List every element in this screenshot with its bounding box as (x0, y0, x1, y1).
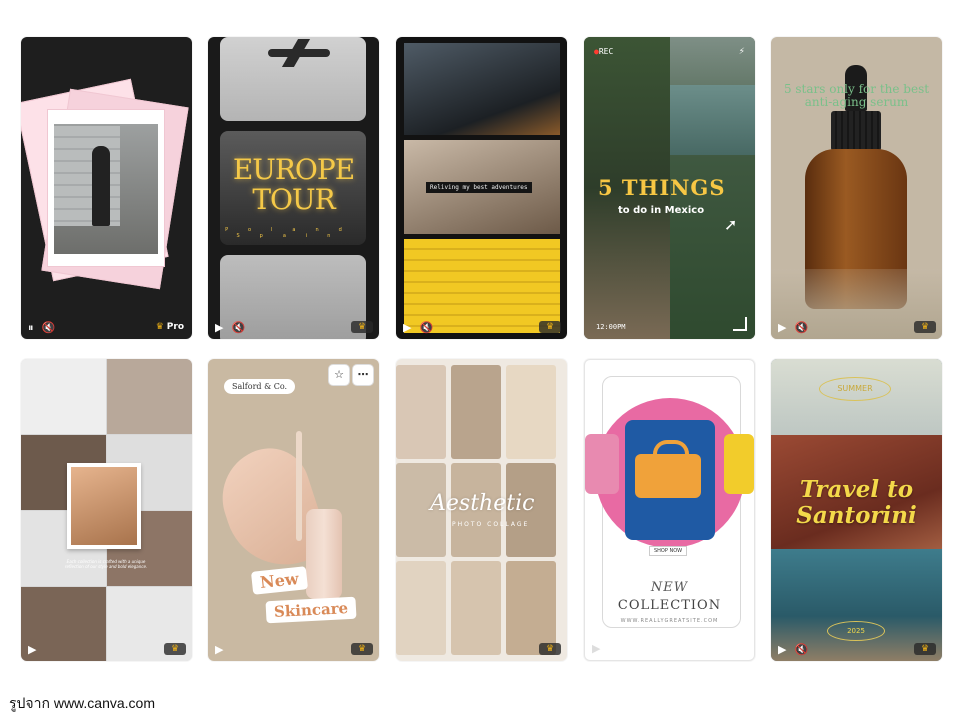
featured-portrait (67, 463, 141, 549)
template-card-serum[interactable]: 5 stars only for the best anti-aging ser… (771, 37, 942, 339)
polaroid-photo (47, 109, 165, 267)
premium-crown-badge: ♛ (351, 321, 373, 333)
premium-crown-badge: ♛ (914, 321, 936, 333)
template-card-mexico[interactable]: ●REC ⚡ 5 THINGS to do in Mexico ➚ 12:00P… (584, 37, 755, 339)
grid-photo (21, 359, 106, 434)
mute-icon[interactable]: 🔇 (42, 322, 56, 333)
brand-label: Salford & Co. (224, 379, 296, 394)
play-icon[interactable]: ▶ (215, 644, 223, 655)
mute-icon[interactable]: 🔇 (794, 644, 808, 655)
video-controls: ▶ (28, 644, 36, 655)
mute-icon[interactable]: 🔇 (231, 322, 245, 333)
template-card-portrait-grid[interactable]: Each collection is crafted with a unique… (21, 359, 192, 661)
europe-tour-subtitle: Poland Spain (225, 227, 362, 239)
template-card-fashion-polaroid[interactable]: ⏸ 🔇 ♛ Pro (21, 37, 192, 339)
collection-quote: Each collection is crafted with a unique… (64, 559, 148, 569)
premium-crown-badge: ♛ (164, 643, 186, 655)
mexico-headline: 5 THINGS (598, 175, 726, 200)
premium-crown-badge: ♛ (539, 321, 561, 333)
play-icon[interactable]: ▶ (28, 644, 36, 655)
mexico-subhead: to do in Mexico (618, 205, 705, 216)
grid-photo (107, 359, 192, 434)
airplane-icon (268, 49, 330, 57)
rec-indicator: ●REC (594, 47, 614, 56)
yellow-wall-photo (404, 239, 560, 333)
collage-photo (506, 561, 556, 655)
year-label: 2025 (827, 621, 885, 641)
adventure-caption: Reliving my best adventures (426, 182, 532, 193)
template-card-adventures[interactable]: Reliving my best adventures ▶ 🔇 ♛ (396, 37, 567, 339)
aesthetic-subtitle: PHOTO COLLAGE (452, 521, 530, 528)
side-card (585, 434, 619, 494)
serum-text: 5 stars only for the best anti-aging ser… (783, 82, 930, 109)
template-card-santorini[interactable]: SUMMER Travel to Santorini 2025 ▶ 🔇 ♛ (771, 359, 942, 661)
premium-crown-badge: ♛ (914, 643, 936, 655)
collage-photo (396, 561, 446, 655)
skincare-bottle (306, 509, 342, 599)
play-icon[interactable]: ▶ (778, 644, 786, 655)
collection-label: COLLECTION (617, 598, 722, 613)
dropper (296, 431, 302, 541)
viewfinder-corner (733, 317, 747, 331)
collage-photo (451, 561, 501, 655)
aesthetic-title: Aesthetic (430, 491, 535, 516)
pause-icon[interactable]: ⏸ (28, 322, 34, 333)
video-controls: ▶ 🔇 (778, 322, 808, 333)
mute-icon[interactable]: 🔇 (794, 322, 808, 333)
new-label: NEW (650, 580, 689, 595)
sea-photo (670, 85, 755, 155)
video-controls: ▶ 🔇 (778, 644, 808, 655)
play-icon[interactable]: ▶ (215, 322, 223, 333)
shop-now-label: SHOP NOW (649, 546, 688, 556)
premium-crown-badge: ♛ (351, 643, 373, 655)
video-controls: ▶ (215, 644, 223, 655)
collage-photo (506, 365, 556, 459)
dropper-cap (831, 111, 881, 151)
play-icon[interactable]: ▶ (592, 643, 600, 654)
template-card-new-skincare[interactable]: Salford & Co. ☆ ⋯ New Skincare ▶ ♛ (208, 359, 379, 661)
city-photo (404, 43, 560, 135)
website-label: WWW.REALLYGREATSITE.COM (620, 618, 719, 624)
image-credit: รูปจาก www.canva.com (9, 695, 155, 711)
template-card-aesthetic-collage[interactable]: Aesthetic PHOTO COLLAGE ♛ (396, 359, 567, 661)
side-card (724, 434, 754, 494)
battery-icon: ⚡ (738, 47, 745, 57)
video-controls: ▶ (592, 643, 600, 654)
star-icon[interactable]: ☆ (329, 365, 349, 385)
collage-photo (451, 365, 501, 459)
more-options-icon[interactable]: ⋯ (353, 365, 373, 385)
europe-tour-title: EUROPE TOUR (232, 153, 355, 216)
premium-crown-badge: ♛ (539, 643, 561, 655)
collage-photo (396, 365, 446, 459)
pro-badge: ♛ Pro (155, 322, 184, 332)
play-icon[interactable]: ▶ (778, 322, 786, 333)
time-indicator: 12:00PM (596, 323, 626, 331)
mute-icon[interactable]: 🔇 (419, 322, 433, 333)
new-label: New (250, 566, 308, 595)
video-controls: ▶ 🔇 (403, 322, 433, 333)
template-card-europe-tour[interactable]: EUROPE TOUR Poland Spain ▶ 🔇 ♛ (208, 37, 379, 339)
video-controls: ▶ 🔇 (215, 322, 245, 333)
video-controls: ⏸ 🔇 (28, 322, 55, 333)
template-grid: ⏸ 🔇 ♛ Pro EUROPE TOUR Poland Spain ▶ 🔇 ♛ R… (21, 37, 942, 661)
skincare-label: Skincare (265, 596, 357, 624)
film-frame (220, 37, 366, 121)
bag-photo (635, 440, 701, 498)
play-icon[interactable]: ▶ (403, 322, 411, 333)
santorini-title: Travel to Santorini (796, 476, 917, 529)
crown-icon: ♛ (155, 322, 164, 332)
cursor-icon: ➚ (724, 215, 738, 234)
summer-label: SUMMER (819, 377, 891, 401)
template-card-new-collection[interactable]: SHOP NOW NEW COLLECTION WWW.REALLYGREATS… (584, 359, 755, 661)
